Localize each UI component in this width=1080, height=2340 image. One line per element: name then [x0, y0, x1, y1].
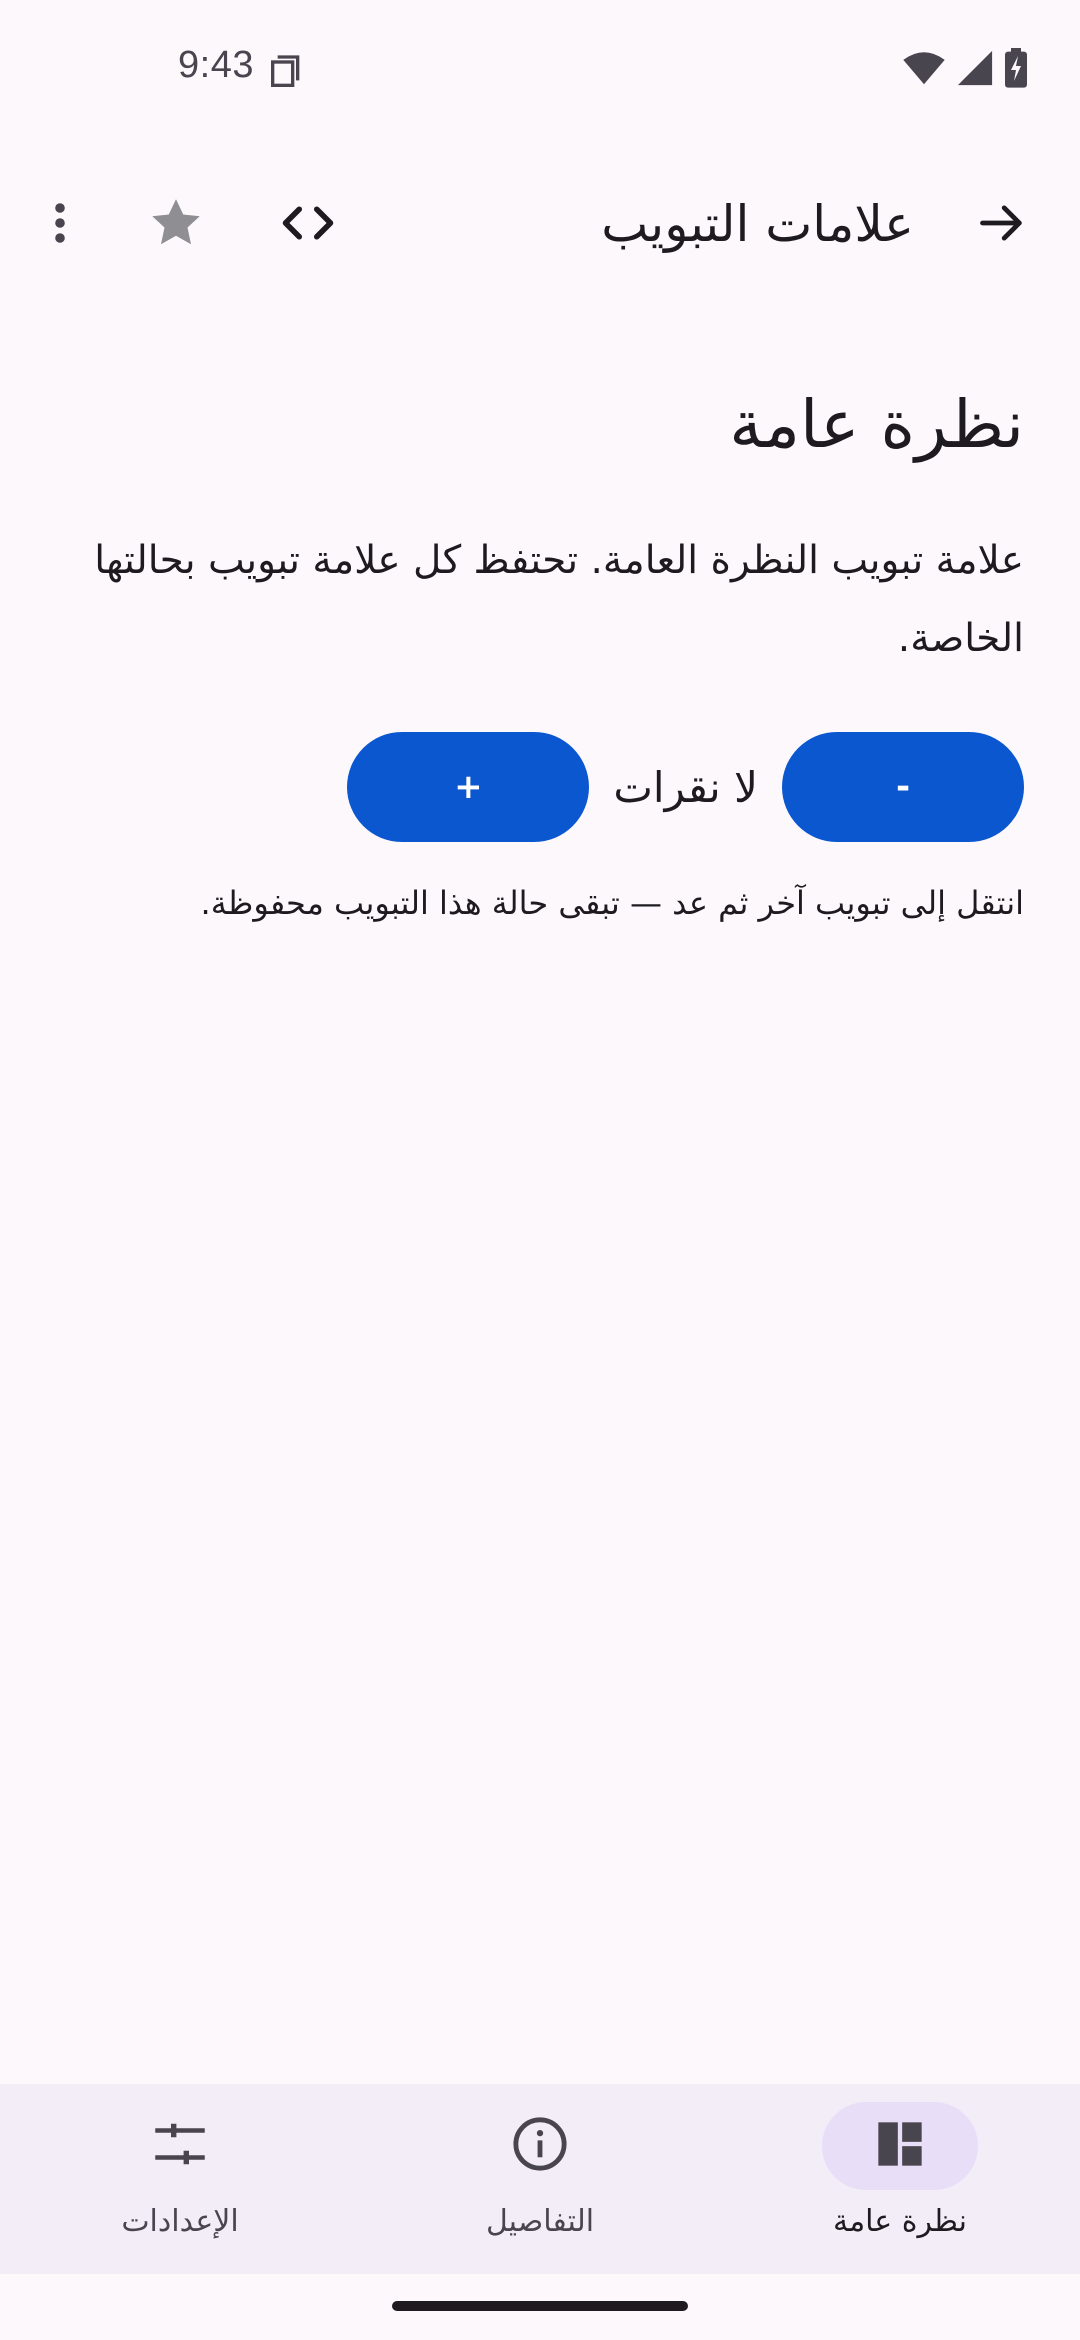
tune-icon — [153, 2117, 207, 2175]
nav-active-indicator — [822, 2102, 978, 2190]
back-button[interactable] — [954, 177, 1050, 273]
nav-item-details[interactable]: التفاصيل — [390, 2102, 690, 2262]
nav-label-details: التفاصيل — [485, 2204, 595, 2239]
bottom-navigation: نظرة عامة التفاصيل الإعدادات — [0, 2084, 1080, 2274]
status-icons — [902, 48, 1028, 92]
section-heading: نظرة عامة — [729, 386, 1024, 463]
signal-icon — [956, 49, 994, 91]
code-button[interactable] — [260, 177, 356, 273]
copy-icon — [266, 52, 306, 92]
more-vert-icon — [36, 199, 84, 251]
star-icon — [146, 193, 206, 257]
nav-item-overview[interactable]: نظرة عامة — [750, 2102, 1050, 2262]
favorite-button[interactable] — [128, 177, 224, 273]
nav-label-overview: نظرة عامة — [833, 2204, 967, 2239]
dashboard-icon — [874, 2118, 926, 2174]
code-icon — [278, 193, 338, 257]
page-title: علامات التبويب — [601, 195, 914, 253]
hint-text: انتقل إلى تبويب آخر ثم عد — تبقى حالة هذ… — [200, 884, 1024, 922]
status-time: 9:43 — [178, 44, 254, 86]
wifi-icon — [902, 50, 946, 90]
counter-row: - لا نقرات + — [347, 732, 1024, 842]
increment-button[interactable]: + — [347, 732, 590, 842]
more-options-button[interactable] — [12, 177, 108, 273]
info-icon — [511, 2115, 569, 2177]
app-screen: 9:43 علامات التبويب نظرة عامة علامة تبوي… — [0, 0, 1080, 2340]
nav-item-settings[interactable]: الإعدادات — [30, 2102, 330, 2262]
battery-charging-icon — [1004, 48, 1028, 92]
tab-content: نظرة عامة علامة تبويب النظرة العامة. تحت… — [40, 370, 1024, 922]
nav-label-settings: الإعدادات — [121, 2204, 239, 2239]
arrow-forward-icon — [976, 197, 1028, 253]
description-text: علامة تبويب النظرة العامة. تحتفظ كل علام… — [94, 538, 1024, 661]
decrement-button[interactable]: - — [782, 732, 1024, 842]
gesture-navigation-bar[interactable] — [392, 2301, 688, 2311]
top-app-bar: علامات التبويب — [0, 170, 1080, 280]
counter-label: لا نقرات — [613, 762, 758, 812]
nav-icon-container — [462, 2102, 618, 2190]
nav-icon-container — [102, 2102, 258, 2190]
status-bar: 9:43 — [0, 0, 1080, 140]
